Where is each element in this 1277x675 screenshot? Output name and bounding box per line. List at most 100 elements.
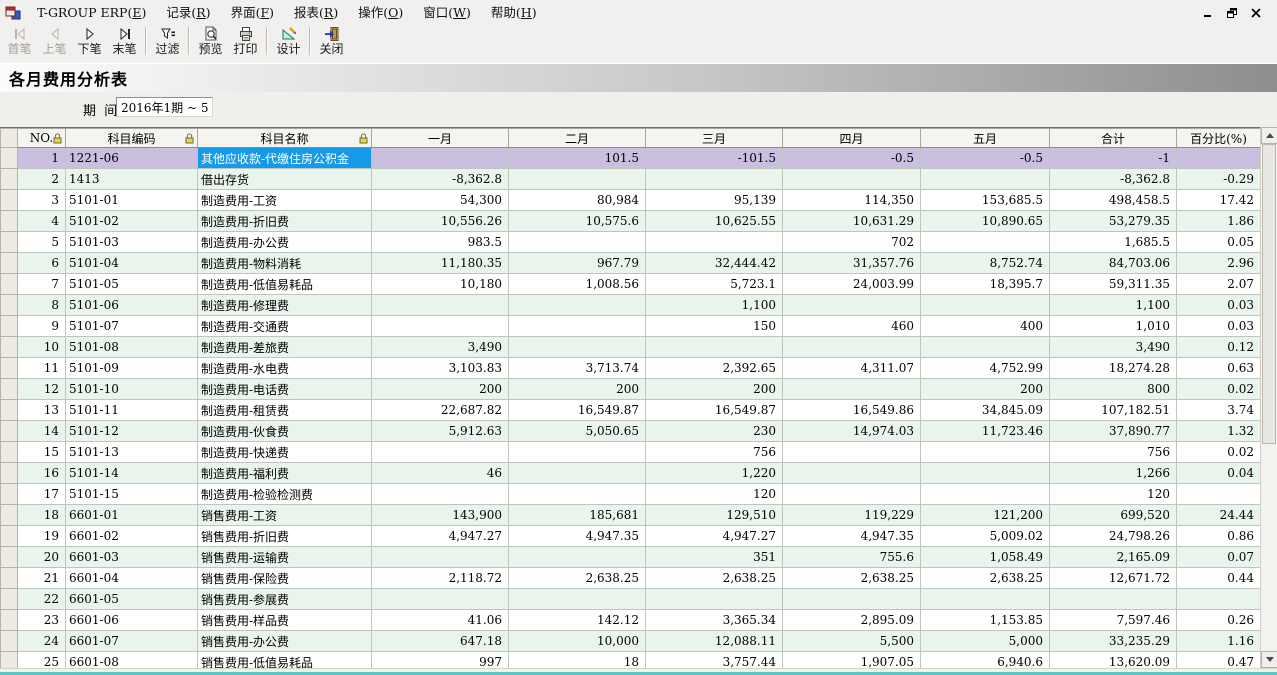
- cell-month[interactable]: [921, 463, 1050, 484]
- cell-percent[interactable]: 0.86: [1177, 526, 1261, 547]
- table-row[interactable]: 35101-01制造费用-工资54,30080,98495,139114,350…: [1, 190, 1261, 211]
- cell-code[interactable]: 5101-05: [66, 274, 198, 295]
- cell-name[interactable]: 销售费用-办公费: [198, 631, 372, 652]
- table-row[interactable]: 186601-01销售费用-工资143,900185,681129,510119…: [1, 505, 1261, 526]
- row-indicator[interactable]: [1, 253, 18, 274]
- cell-total[interactable]: 53,279.35: [1050, 211, 1177, 232]
- row-indicator[interactable]: [1, 274, 18, 295]
- cell-total[interactable]: 1,266: [1050, 463, 1177, 484]
- cell-month[interactable]: 983.5: [372, 232, 509, 253]
- cell-name[interactable]: 制造费用-快递费: [198, 442, 372, 463]
- cell-month[interactable]: 4,947.27: [372, 526, 509, 547]
- cell-total[interactable]: 59,311.35: [1050, 274, 1177, 295]
- period-input[interactable]: [116, 97, 213, 117]
- cell-month[interactable]: 755.6: [783, 547, 921, 568]
- cell-name[interactable]: 销售费用-工资: [198, 505, 372, 526]
- menu-operate[interactable]: 操作(O): [348, 0, 413, 26]
- cell-name[interactable]: 制造费用-检验检测费: [198, 484, 372, 505]
- cell-month[interactable]: [783, 442, 921, 463]
- cell-code[interactable]: 6601-08: [66, 652, 198, 669]
- menu-report[interactable]: 报表(R): [284, 0, 348, 26]
- column-header[interactable]: 合计: [1050, 129, 1177, 148]
- cell-code[interactable]: 1413: [66, 169, 198, 190]
- cell-no[interactable]: 16: [18, 463, 66, 484]
- cell-total[interactable]: 756: [1050, 442, 1177, 463]
- cell-month[interactable]: -8,362.8: [372, 169, 509, 190]
- cell-month[interactable]: 143,900: [372, 505, 509, 526]
- cell-month[interactable]: [783, 379, 921, 400]
- cell-month[interactable]: 114,350: [783, 190, 921, 211]
- cell-month[interactable]: 1,058.49: [921, 547, 1050, 568]
- cell-total[interactable]: 84,703.06: [1050, 253, 1177, 274]
- cell-month[interactable]: 150: [646, 316, 783, 337]
- cell-month[interactable]: [921, 442, 1050, 463]
- row-indicator[interactable]: [1, 190, 18, 211]
- cell-month[interactable]: 12,088.11: [646, 631, 783, 652]
- row-indicator[interactable]: [1, 316, 18, 337]
- cell-name[interactable]: 制造费用-电话费: [198, 379, 372, 400]
- cell-name[interactable]: 制造费用-低值易耗品: [198, 274, 372, 295]
- scroll-up-icon[interactable]: [1261, 127, 1277, 144]
- cell-percent[interactable]: 0.47: [1177, 652, 1261, 669]
- row-indicator[interactable]: [1, 421, 18, 442]
- column-header[interactable]: NO.: [18, 129, 66, 148]
- cell-month[interactable]: 46: [372, 463, 509, 484]
- cell-name[interactable]: 制造费用-修理费: [198, 295, 372, 316]
- cell-month[interactable]: 200: [921, 379, 1050, 400]
- cell-month[interactable]: 34,845.09: [921, 400, 1050, 421]
- cell-code[interactable]: 5101-06: [66, 295, 198, 316]
- cell-month[interactable]: 10,000: [509, 631, 646, 652]
- last-record-button[interactable]: 末笔: [107, 26, 142, 58]
- cell-month[interactable]: 3,490: [372, 337, 509, 358]
- cell-code[interactable]: 5101-15: [66, 484, 198, 505]
- cell-month[interactable]: 702: [783, 232, 921, 253]
- cell-no[interactable]: 1: [18, 148, 66, 169]
- cell-code[interactable]: 6601-01: [66, 505, 198, 526]
- cell-month[interactable]: [509, 316, 646, 337]
- cell-month[interactable]: [783, 484, 921, 505]
- cell-month[interactable]: 54,300: [372, 190, 509, 211]
- cell-month[interactable]: 10,575.6: [509, 211, 646, 232]
- cell-name[interactable]: 其他应收款-代缴住房公积金: [198, 148, 372, 169]
- cell-month[interactable]: [509, 442, 646, 463]
- cell-percent[interactable]: 24.44: [1177, 505, 1261, 526]
- row-indicator[interactable]: [1, 463, 18, 484]
- cell-month[interactable]: [509, 463, 646, 484]
- cell-month[interactable]: 1,907.05: [783, 652, 921, 669]
- table-row[interactable]: 45101-02制造费用-折旧费10,556.2610,575.610,625.…: [1, 211, 1261, 232]
- cell-month[interactable]: 200: [509, 379, 646, 400]
- cell-total[interactable]: -8,362.8: [1050, 169, 1177, 190]
- cell-total[interactable]: 2,165.09: [1050, 547, 1177, 568]
- cell-month[interactable]: -0.5: [921, 148, 1050, 169]
- cell-month[interactable]: 18,395.7: [921, 274, 1050, 295]
- menu-record[interactable]: 记录(R): [156, 0, 220, 26]
- cell-code[interactable]: 5101-03: [66, 232, 198, 253]
- table-row[interactable]: 216601-04销售费用-保险费2,118.722,638.252,638.2…: [1, 568, 1261, 589]
- cell-month[interactable]: 200: [646, 379, 783, 400]
- cell-percent[interactable]: 17.42: [1177, 190, 1261, 211]
- cell-month[interactable]: 5,009.02: [921, 526, 1050, 547]
- cell-month[interactable]: 22,687.82: [372, 400, 509, 421]
- cell-month[interactable]: 185,681: [509, 505, 646, 526]
- table-row[interactable]: 55101-03制造费用-办公费983.57021,685.50.05: [1, 232, 1261, 253]
- cell-month[interactable]: 10,631.29: [783, 211, 921, 232]
- cell-percent[interactable]: 1.32: [1177, 421, 1261, 442]
- table-row[interactable]: 11221-06其他应收款-代缴住房公积金101.5-101.5-0.5-0.5…: [1, 148, 1261, 169]
- cell-code[interactable]: 1221-06: [66, 148, 198, 169]
- cell-name[interactable]: 销售费用-低值易耗品: [198, 652, 372, 669]
- cell-code[interactable]: 6601-04: [66, 568, 198, 589]
- menu-help[interactable]: 帮助(H): [481, 0, 547, 26]
- cell-code[interactable]: 5101-08: [66, 337, 198, 358]
- cell-month[interactable]: 4,947.27: [646, 526, 783, 547]
- row-indicator[interactable]: [1, 568, 18, 589]
- column-header[interactable]: 五月: [921, 129, 1050, 148]
- cell-percent[interactable]: -0.29: [1177, 169, 1261, 190]
- cell-percent[interactable]: 0.02: [1177, 442, 1261, 463]
- cell-code[interactable]: 5101-02: [66, 211, 198, 232]
- scroll-down-icon[interactable]: [1261, 651, 1277, 668]
- cell-name[interactable]: 制造费用-租赁费: [198, 400, 372, 421]
- cell-total[interactable]: 498,458.5: [1050, 190, 1177, 211]
- cell-month[interactable]: [509, 169, 646, 190]
- cell-total[interactable]: 1,100: [1050, 295, 1177, 316]
- cell-no[interactable]: 24: [18, 631, 66, 652]
